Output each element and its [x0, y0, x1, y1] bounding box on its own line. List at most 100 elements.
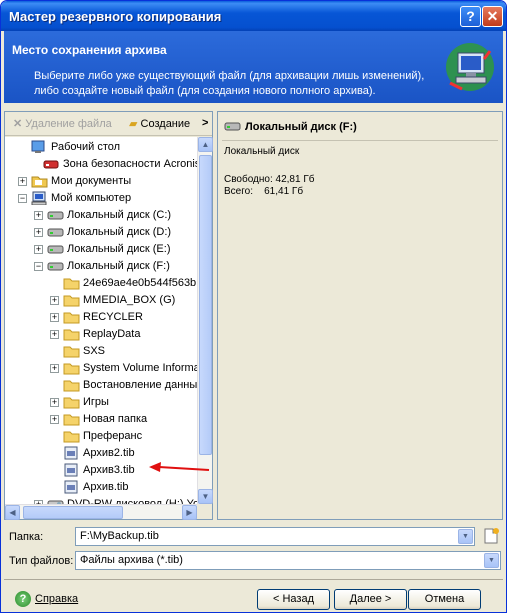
folder-label: Папка: — [9, 531, 44, 543]
dvd-icon — [47, 500, 64, 504]
new-file-icon[interactable] — [482, 527, 500, 545]
delete-file-button[interactable]: ✕ Удаление файла — [13, 117, 112, 130]
folder-icon — [63, 312, 80, 324]
disk-icon — [47, 262, 64, 271]
page-title: Место сохранения архива — [12, 43, 167, 57]
scroll-down-button[interactable]: ▼ — [198, 489, 213, 504]
folder-icon — [63, 380, 80, 392]
folder-tree-panel: ✕ Удаление файла ▰ Создание > Рабочий ст… — [4, 111, 213, 520]
details-total-space: Всего: 61,41 Гб — [224, 186, 304, 197]
tree-item[interactable]: Востановление данны — [5, 377, 197, 394]
details-divider — [222, 140, 498, 141]
next-button[interactable]: Далее > — [334, 589, 407, 610]
tree-item[interactable]: + Локальный диск (E:) — [5, 241, 197, 258]
scroll-up-button[interactable]: ▲ — [198, 137, 213, 152]
expand-icon[interactable]: + — [50, 313, 59, 322]
tree-toolbar: ✕ Удаление файла ▰ Создание > — [5, 112, 212, 136]
expand-icon[interactable]: + — [18, 177, 27, 186]
red-arrow-annotation — [149, 462, 210, 472]
filetype-combo[interactable]: Файлы архива (*.tib) ▼ — [75, 551, 501, 570]
tib-file-icon — [64, 463, 78, 477]
network-computer-icon — [446, 43, 494, 91]
title-bar[interactable]: Мастер резервного копирования ? ✕ — [1, 1, 506, 31]
filetype-label: Тип файлов: — [9, 555, 74, 567]
tree-item-label: Новая папка — [83, 413, 148, 425]
collapse-icon[interactable]: − — [18, 194, 27, 203]
expand-icon[interactable]: + — [50, 296, 59, 305]
tree-item[interactable]: + DVD-RW дисковод (H:) Yo — [5, 496, 197, 504]
tree-item-label: Локальный диск (C:) — [67, 209, 172, 221]
folder-tree[interactable]: Рабочий стол Зона безопасности Acronis + Мо… — [5, 137, 197, 504]
tree-item[interactable]: SXS — [5, 343, 197, 360]
tree-horizontal-scrollbar[interactable]: ◀ ▶ — [5, 504, 197, 520]
tree-item[interactable]: + RECYCLER — [5, 309, 197, 326]
help-title-button[interactable]: ? — [460, 6, 481, 27]
help-label: Справка — [35, 592, 79, 605]
expand-icon[interactable]: + — [34, 228, 43, 237]
expand-icon[interactable]: + — [50, 415, 59, 424]
delete-file-label: Удаление файла — [25, 118, 112, 130]
scroll-thumb[interactable] — [199, 155, 212, 455]
disk-icon — [47, 228, 64, 237]
collapse-icon[interactable]: − — [34, 262, 43, 271]
tree-item-label: SXS — [83, 345, 106, 357]
details-title-text: Локальный диск (F:) — [245, 120, 357, 133]
create-label: Создание — [140, 118, 191, 130]
folder-icon — [63, 329, 80, 341]
details-subtitle: Локальный диск — [224, 146, 300, 157]
back-button[interactable]: < Назад — [257, 589, 330, 610]
create-button[interactable]: ▰ Создание — [129, 117, 190, 130]
expand-icon[interactable]: + — [34, 211, 43, 220]
tree-item-label: Архив.tib — [83, 481, 129, 493]
wizard-header: Место сохранения архива Выберите либо уж… — [4, 31, 503, 103]
tree-item-label: Мой компьютер — [51, 192, 132, 204]
folder-icon — [63, 363, 80, 375]
tree-item[interactable]: − Мой компьютер — [5, 190, 197, 207]
expand-icon[interactable]: + — [34, 245, 43, 254]
folder-icon — [63, 397, 80, 409]
tree-item[interactable]: Рабочий стол — [5, 139, 197, 156]
tree-item[interactable]: + Мои документы — [5, 173, 197, 190]
tree-item-label: Локальный диск (F:) — [67, 260, 170, 272]
tree-vertical-scrollbar[interactable]: ▲ ▼ — [197, 137, 213, 504]
tree-item-label: DVD-RW дисковод (H:) Yo — [67, 498, 197, 504]
tree-item[interactable]: − Локальный диск (F:) — [5, 258, 197, 275]
tree-item[interactable]: Зона безопасности Acronis — [5, 156, 197, 173]
tree-item[interactable]: + Локальный диск (D:) — [5, 224, 197, 241]
folder-combo[interactable]: F:\MyBackup.tib ▼ — [75, 527, 475, 546]
help-link[interactable]: ? Справка — [15, 591, 78, 607]
tree-item[interactable]: Архив.tib — [5, 479, 197, 496]
tree-item-label: Востановление данны — [83, 379, 197, 391]
my-computer-icon — [31, 191, 47, 205]
scroll-thumb-horizontal[interactable] — [23, 506, 123, 519]
expand-icon[interactable]: + — [50, 364, 59, 373]
disk-icon — [224, 122, 241, 131]
toolbar-more-button[interactable]: > — [202, 117, 208, 129]
tree-item[interactable]: Преферанс — [5, 428, 197, 445]
scroll-right-button[interactable]: ▶ — [182, 505, 197, 520]
tree-item[interactable]: 24e69ae4e0b544f563b — [5, 275, 197, 292]
details-panel: Локальный диск (F:) Локальный диск Свобо… — [217, 111, 503, 520]
expand-icon[interactable]: + — [50, 398, 59, 407]
desktop-icon — [31, 140, 45, 153]
tree-item[interactable]: + MMEDIA_BOX (G) — [5, 292, 197, 309]
folder-icon — [63, 278, 80, 290]
tree-item[interactable]: + ReplayData — [5, 326, 197, 343]
delete-icon: ✕ — [13, 118, 23, 130]
tree-item-label: MMEDIA_BOX (G) — [83, 294, 176, 306]
tree-item-label: Мои документы — [51, 175, 132, 187]
chevron-down-icon[interactable]: ▼ — [458, 529, 473, 544]
window-title: Мастер резервного копирования — [9, 9, 222, 24]
folder-icon — [63, 295, 80, 307]
chevron-down-icon[interactable]: ▼ — [484, 553, 499, 568]
tree-item[interactable]: + Локальный диск (C:) — [5, 207, 197, 224]
scroll-left-button[interactable]: ◀ — [5, 505, 20, 520]
expand-icon[interactable]: + — [50, 330, 59, 339]
tree-item[interactable]: + Игры — [5, 394, 197, 411]
close-button[interactable]: ✕ — [482, 6, 503, 27]
tree-item[interactable]: + System Volume Informa — [5, 360, 197, 377]
cancel-button[interactable]: Отмена — [408, 589, 481, 610]
tree-item[interactable]: Архив2.tib — [5, 445, 197, 462]
tree-item[interactable]: + Новая папка — [5, 411, 197, 428]
tree-item-label: Архив2.tib — [83, 447, 135, 459]
